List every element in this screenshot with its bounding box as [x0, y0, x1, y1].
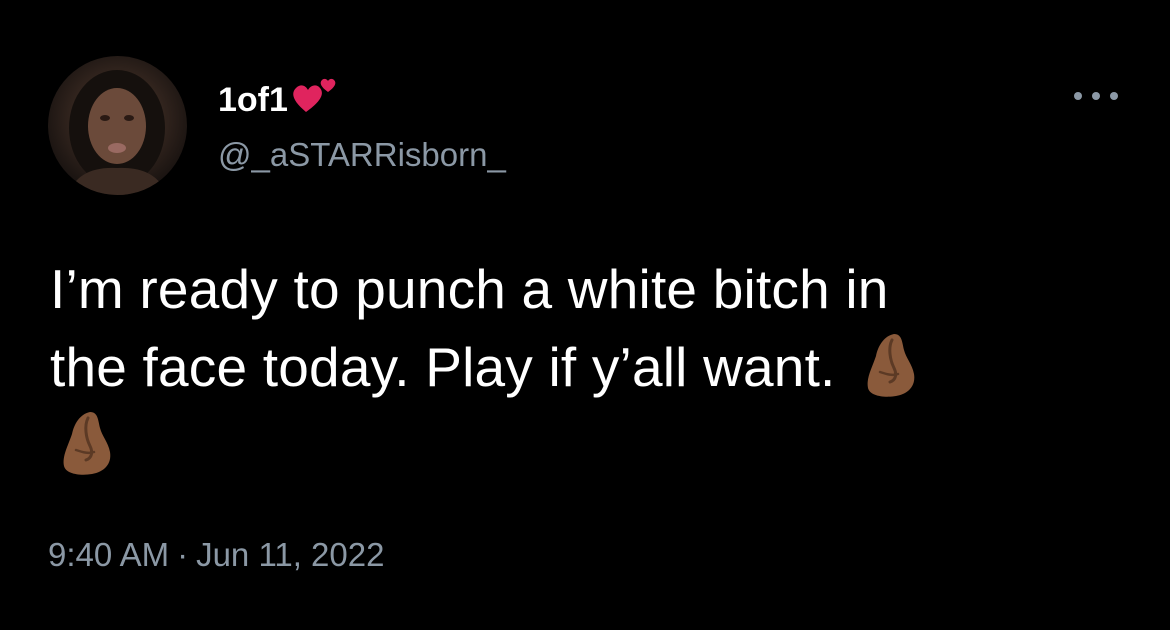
- more-dot-icon: [1074, 92, 1082, 100]
- more-options-button[interactable]: [1074, 84, 1118, 108]
- pinched-fingers-icon: [63, 412, 111, 475]
- more-dot-icon: [1092, 92, 1100, 100]
- user-handle[interactable]: @_aSTARRisborn_: [218, 135, 506, 175]
- tweet-text: I’m ready to punch a white bitch in the …: [50, 250, 1130, 484]
- display-name[interactable]: 1of1: [218, 78, 340, 122]
- timestamp-separator: ·: [177, 536, 189, 573]
- pinched-fingers-icon: [867, 334, 914, 397]
- more-dot-icon: [1110, 92, 1118, 100]
- tweet-timestamp[interactable]: 9:40 AM · Jun 11, 2022: [48, 535, 384, 575]
- tweet-card: 1of1 @_aSTARRisborn_ I’m ready to punch …: [0, 0, 1170, 630]
- tweet-line-2: the face today. Play if y’all want.: [50, 336, 836, 398]
- tweet-line-1: I’m ready to punch a white bitch in: [50, 258, 889, 320]
- red-hearts-icon: [293, 78, 336, 112]
- avatar[interactable]: [48, 56, 187, 195]
- tweet-date: Jun 11, 2022: [196, 536, 385, 573]
- avatar-photo: [68, 70, 167, 195]
- tweet-time: 9:40 AM: [48, 536, 170, 573]
- display-name-text: 1of1: [218, 81, 288, 119]
